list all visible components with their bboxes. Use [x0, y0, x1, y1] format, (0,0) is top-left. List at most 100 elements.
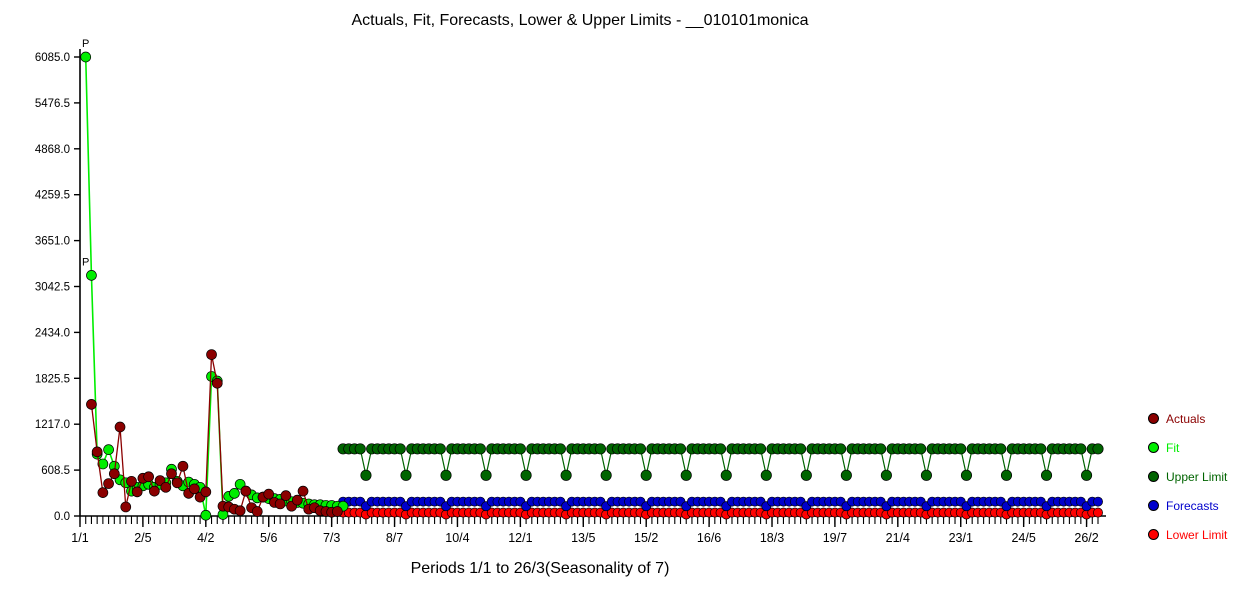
data-point: [229, 488, 240, 499]
data-point: [995, 443, 1007, 455]
data-point: [166, 468, 177, 480]
legend-item[interactable]: Lower Limit: [1148, 520, 1254, 549]
data-point: [1000, 469, 1013, 481]
data-point: [560, 469, 572, 481]
data-point: [1081, 469, 1093, 481]
x-tick-label: 18/3: [760, 531, 784, 545]
data-point: [200, 509, 212, 521]
x-tick-label: 7/3: [323, 531, 340, 545]
data-point: [360, 469, 372, 481]
data-point: [400, 469, 412, 481]
plot-area: 0.0 608.5 1217.0 1825.5 2434.0 3042.5 3651.0 42…: [35, 38, 1106, 545]
data-point: [234, 505, 246, 517]
data-point: [97, 487, 109, 498]
data-point: [514, 443, 526, 455]
data-point: [755, 443, 767, 455]
annotation-label: P: [82, 38, 89, 50]
x-tick-label: 13/5: [571, 531, 595, 545]
data-point: [103, 478, 114, 489]
data-point: [640, 469, 652, 481]
y-tick-label: 6085.0: [35, 52, 70, 64]
legend-item[interactable]: Actuals: [1148, 404, 1254, 433]
series-fit: [80, 51, 349, 521]
data-point: [1040, 469, 1053, 481]
legend-item-label: Actuals: [1166, 411, 1206, 426]
data-point: [835, 443, 847, 455]
x-tick-label: 1/1: [71, 531, 88, 545]
x-tick-label: 24/5: [1011, 531, 1035, 545]
x-tick-label: 19/7: [823, 531, 847, 545]
legend-marker-icon: [1148, 500, 1159, 511]
data-point: [251, 506, 263, 517]
x-tick-label: 23/1: [949, 531, 973, 545]
data-point: [291, 494, 303, 506]
x-tick-label: 2/5: [134, 531, 151, 545]
data-point: [126, 475, 137, 487]
legend-item-label: Fit: [1166, 440, 1180, 455]
legend-marker-icon: [1148, 529, 1159, 540]
annotation-label: P: [82, 256, 89, 268]
data-point: [206, 349, 217, 360]
data-point: [880, 469, 892, 481]
legend-marker-icon: [1148, 413, 1159, 424]
data-point: [720, 469, 732, 481]
data-point: [795, 443, 807, 455]
series-upper-limit: [337, 443, 1104, 481]
data-point: [394, 443, 406, 455]
data-point: [554, 443, 566, 455]
data-point: [875, 443, 887, 455]
data-point: [297, 485, 309, 497]
data-point: [120, 501, 132, 513]
y-tick-label: 608.5: [41, 465, 70, 477]
data-point: [760, 469, 772, 481]
data-point: [1093, 507, 1103, 518]
legend-item[interactable]: Upper Limit: [1148, 462, 1254, 491]
data-point: [915, 443, 927, 455]
data-point: [143, 471, 154, 483]
data-point: [280, 490, 292, 501]
x-tick-label: 12/1: [508, 531, 532, 545]
data-point: [160, 481, 172, 493]
data-point: [354, 443, 366, 455]
data-point: [714, 443, 727, 455]
data-point: [1035, 443, 1047, 455]
x-axis-title: Periods 1/1 to 26/3(Seasonality of 7): [410, 560, 670, 577]
data-point: [86, 399, 97, 410]
legend-item-label: Forecasts: [1166, 498, 1219, 513]
data-point: [240, 485, 252, 497]
data-point: [211, 377, 223, 389]
data-point: [674, 443, 687, 455]
x-tick-label: 21/4: [886, 531, 910, 545]
y-tick-label: 1217.0: [35, 419, 70, 431]
legend-item[interactable]: Forecasts: [1148, 491, 1254, 520]
data-point: [103, 444, 114, 455]
data-point: [960, 469, 973, 481]
data-point: [177, 460, 189, 472]
x-tick-label: 16/6: [697, 531, 721, 545]
legend-marker-icon: [1148, 442, 1159, 453]
legend-item[interactable]: Fit: [1148, 433, 1254, 462]
legend-item-label: Lower Limit: [1166, 527, 1228, 542]
data-point: [1075, 443, 1087, 455]
y-tick-label: 5476.5: [35, 98, 70, 110]
data-point: [520, 469, 532, 481]
y-tick-label: 4868.0: [35, 144, 70, 156]
legend-marker-icon: [1148, 471, 1159, 482]
data-point: [434, 443, 446, 455]
data-point: [332, 506, 343, 517]
x-axis-ticks: 1/1 2/5 4/2 5/6 7/3 8/7 10/4 12/1 13/5 15/2 16/6 18…: [71, 516, 1099, 545]
data-point: [80, 51, 92, 63]
data-point: [840, 469, 852, 481]
data-point: [108, 468, 120, 480]
series-lower-limit: [338, 507, 1103, 520]
x-tick-label: 10/4: [445, 531, 469, 545]
data-point: [480, 469, 492, 481]
x-tick-label: 26/2: [1074, 531, 1098, 545]
data-point: [800, 469, 812, 481]
x-tick-label: 15/2: [634, 531, 658, 545]
y-tick-label: 4259.5: [35, 190, 70, 202]
data-point: [920, 469, 932, 481]
data-point: [440, 469, 452, 481]
x-tick-label: 5/6: [260, 531, 277, 545]
legend-item-label: Upper Limit: [1166, 469, 1228, 484]
